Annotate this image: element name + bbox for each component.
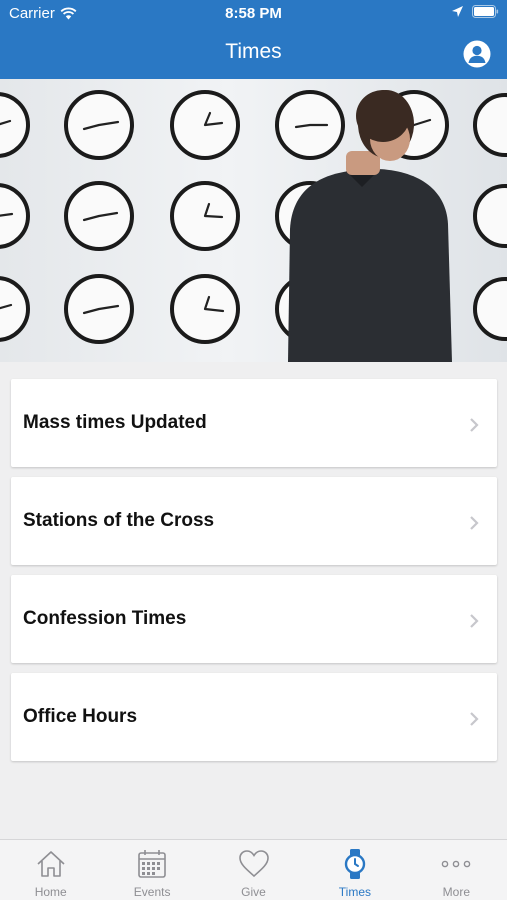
battery-icon [472,5,499,18]
calendar-icon [138,850,166,878]
status-time: 8:58 PM [225,5,282,22]
tab-times[interactable]: Times [304,840,405,900]
tab-label: Events [133,885,171,899]
home-icon [37,851,65,877]
tab-label: Give [241,885,266,899]
hero-image [0,79,507,362]
list-item-stations-of-the-cross[interactable]: Stations of the Cross [11,477,497,565]
status-right [451,5,499,18]
chevron-right-icon [470,614,479,628]
times-list: Mass times Updated Stations of the Cross… [11,379,497,771]
tab-label: Times [338,885,372,899]
heart-icon [238,850,269,878]
location-icon [452,6,463,17]
list-item-mass-times[interactable]: Mass times Updated [11,379,497,467]
chevron-right-icon [470,418,479,432]
list-item-confession-times[interactable]: Confession Times [11,575,497,663]
more-icon [442,860,471,868]
status-bar: Carrier 8:58 PM [0,0,507,28]
chevron-right-icon [470,516,479,530]
tab-more[interactable]: More [406,840,507,900]
watch-icon [344,849,366,879]
list-item-office-hours[interactable]: Office Hours [11,673,497,761]
tab-events[interactable]: Events [101,840,202,900]
tab-label: More [442,885,470,899]
tab-bar: Home Events Give Times More [0,839,507,900]
profile-icon[interactable] [463,40,491,68]
list-item-label: Confession Times [23,608,187,629]
chevron-right-icon [470,712,479,726]
tab-give[interactable]: Give [203,840,304,900]
tab-label: Home [34,885,67,899]
list-item-label: Stations of the Cross [23,510,215,531]
list-item-label: Mass times Updated [23,412,207,433]
clocks-wall-man-photo [0,90,507,362]
tab-home[interactable]: Home [0,840,101,900]
list-item-label: Office Hours [23,706,138,727]
page-title: Times [225,40,282,63]
navigation-bar: Times [0,28,507,79]
